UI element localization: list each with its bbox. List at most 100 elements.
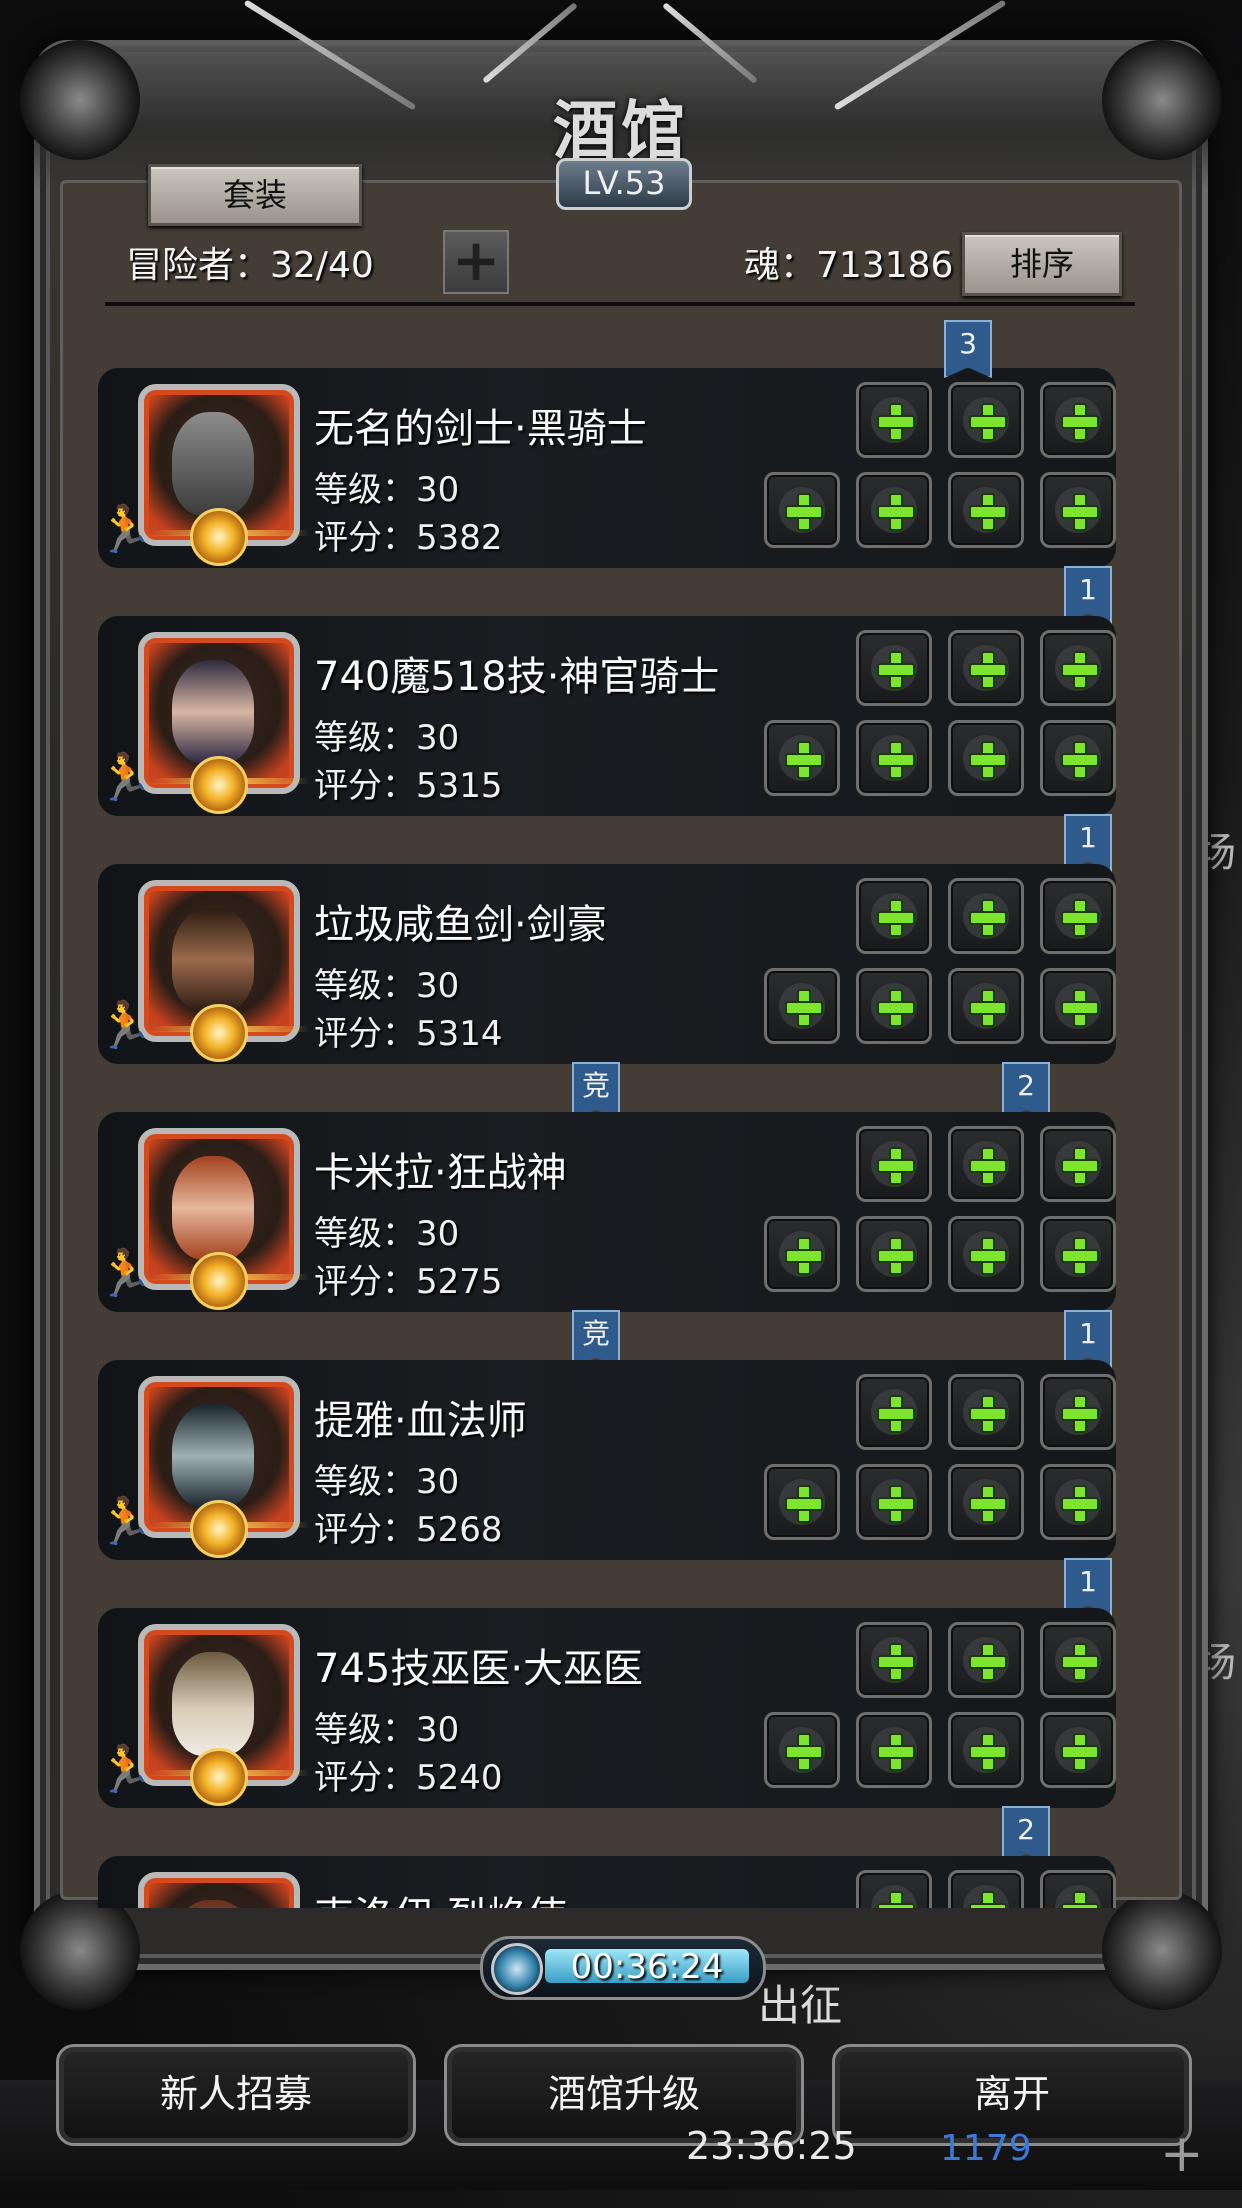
equip-slot-add-button[interactable] [856, 720, 932, 796]
hero-list[interactable]: 🏃 无名的剑士·黑骑士 等级：30 评分：5382 3 1 🏃 740魔518技… [98, 320, 1123, 1908]
hero-level: 等级：30 [314, 1214, 460, 1254]
equip-slot-add-button[interactable] [1040, 1374, 1116, 1450]
hero-name: 提雅·血法师 [314, 1398, 527, 1444]
frame-corner-ornament [20, 1890, 140, 2010]
hero-score: 评分：5268 [314, 1510, 503, 1550]
sun-emblem-icon [190, 1004, 248, 1062]
equip-slot-add-button[interactable] [948, 878, 1024, 954]
equip-slot-add-button[interactable] [764, 968, 840, 1044]
add-adventurer-slot-button[interactable]: + [443, 230, 509, 294]
tavern-level-badge: LV.53 [556, 158, 692, 210]
sun-emblem-icon [190, 756, 248, 814]
hero-name: 无名的剑士·黑骑士 [314, 406, 647, 452]
equip-slot-add-button[interactable] [948, 472, 1024, 548]
suit-button[interactable]: 套装 [148, 164, 362, 226]
equip-slot-add-button[interactable] [1040, 720, 1116, 796]
equip-slot-add-button[interactable] [1040, 1216, 1116, 1292]
runner-icon: 🏃 [98, 1742, 154, 1796]
equip-slot-add-button[interactable] [764, 1712, 840, 1788]
soul-count: 魂：713186 [744, 245, 954, 286]
clock-icon [491, 1943, 543, 1995]
background-clock: 23:36:25 [686, 2124, 857, 2168]
equip-slot-add-button[interactable] [856, 472, 932, 548]
hero-card[interactable]: 🏃 卡米拉·狂战神 等级：30 评分：5275 [98, 1112, 1116, 1312]
runner-icon: 🏃 [98, 502, 154, 556]
equip-slot-add-button[interactable] [948, 1216, 1024, 1292]
equip-slot-add-button[interactable] [856, 1374, 932, 1450]
hero-card[interactable]: 克洛伊·烈焰使 [98, 1856, 1116, 1908]
equip-slot-add-button[interactable] [856, 382, 932, 458]
hero-name: 740魔518技·神官骑士 [314, 654, 720, 700]
hero-name: 垃圾咸鱼剑·剑豪 [314, 902, 607, 948]
equip-slot-add-button[interactable] [948, 1622, 1024, 1698]
equip-slot-add-button[interactable] [948, 1712, 1024, 1788]
equip-slot-add-button[interactable] [948, 1464, 1024, 1540]
sun-emblem-icon [190, 1748, 248, 1806]
hero-score: 评分：5240 [314, 1758, 503, 1798]
equip-slot-add-button[interactable] [764, 720, 840, 796]
hero-score: 评分：5382 [314, 518, 503, 558]
equip-slot-add-button[interactable] [1040, 1712, 1116, 1788]
equip-slot-add-button[interactable] [1040, 1622, 1116, 1698]
hero-level: 等级：30 [314, 470, 460, 510]
equip-slot-add-button[interactable] [948, 720, 1024, 796]
runner-icon: 🏃 [98, 750, 154, 804]
equip-slot-add-button[interactable] [1040, 382, 1116, 458]
hero-name: 745技巫医·大巫医 [314, 1646, 644, 1692]
equip-slot-add-button[interactable] [856, 1464, 932, 1540]
equip-slot-add-button[interactable] [948, 630, 1024, 706]
hero-level: 等级：30 [314, 1462, 460, 1502]
equip-slot-add-button[interactable] [856, 1126, 932, 1202]
sort-button[interactable]: 排序 [962, 232, 1122, 296]
equip-slot-add-button[interactable] [1040, 878, 1116, 954]
equip-slot-add-button[interactable] [1040, 968, 1116, 1044]
equip-slot-add-button[interactable] [948, 968, 1024, 1044]
equip-slot-add-button[interactable] [948, 1870, 1024, 1908]
sun-emblem-icon [190, 1500, 248, 1558]
header-divider [105, 302, 1135, 306]
hero-card[interactable]: 🏃 提雅·血法师 等级：30 评分：5268 [98, 1360, 1116, 1560]
hero-card[interactable]: 🏃 745技巫医·大巫医 等级：30 评分：5240 [98, 1608, 1116, 1808]
equip-slot-add-button[interactable] [764, 1216, 840, 1292]
hero-score: 评分：5315 [314, 766, 503, 806]
equip-slot-add-button[interactable] [856, 1870, 932, 1908]
recruit-button[interactable]: 新人招募 [56, 2044, 416, 2146]
equip-slot-add-button[interactable] [1040, 1870, 1116, 1908]
equip-slot-add-button[interactable] [1040, 1126, 1116, 1202]
equip-slot-add-button[interactable] [1040, 1464, 1116, 1540]
refresh-timer: 00:36:24 [480, 1936, 766, 2000]
equip-slot-add-button[interactable] [948, 1374, 1024, 1450]
equip-slot-add-button[interactable] [764, 472, 840, 548]
equip-slot-add-button[interactable] [948, 382, 1024, 458]
runner-icon: 🏃 [98, 1494, 154, 1548]
frame-corner-ornament [1102, 1890, 1222, 2010]
hero-level: 等级：30 [314, 966, 460, 1006]
runner-icon: 🏃 [98, 998, 154, 1052]
equip-slot-add-button[interactable] [764, 1464, 840, 1540]
hero-card[interactable]: 🏃 740魔518技·神官骑士 等级：30 评分：5315 [98, 616, 1116, 816]
sun-emblem-icon [190, 1252, 248, 1310]
equip-slot-add-button[interactable] [856, 1216, 932, 1292]
equip-slot-add-button[interactable] [856, 630, 932, 706]
hero-level: 等级：30 [314, 718, 460, 758]
hero-name: 克洛伊·烈焰使 [314, 1884, 567, 1908]
equip-slot-add-button[interactable] [856, 1712, 932, 1788]
background-coin-count: 1179 [940, 2128, 1032, 2169]
equip-slot-add-button[interactable] [1040, 472, 1116, 548]
sun-emblem-icon [190, 508, 248, 566]
equip-slot-add-button[interactable] [856, 1622, 932, 1698]
hero-portrait[interactable] [138, 1872, 300, 1908]
equip-slot-add-button[interactable] [1040, 630, 1116, 706]
hero-card[interactable]: 🏃 垃圾咸鱼剑·剑豪 等级：30 评分：5314 [98, 864, 1116, 1064]
background-expedition-label: 出征 [758, 1981, 843, 2030]
timer-text: 00:36:24 [570, 1947, 724, 1987]
hero-level: 等级：30 [314, 1710, 460, 1750]
hero-score: 评分：5314 [314, 1014, 503, 1054]
hero-card[interactable]: 🏃 无名的剑士·黑骑士 等级：30 评分：5382 [98, 368, 1116, 568]
equip-slot-add-button[interactable] [948, 1126, 1024, 1202]
equip-slot-add-button[interactable] [856, 968, 932, 1044]
runner-icon: 🏃 [98, 1246, 154, 1300]
background-add-icon[interactable]: + [1160, 2124, 1204, 2184]
hero-score: 评分：5275 [314, 1262, 503, 1302]
equip-slot-add-button[interactable] [856, 878, 932, 954]
